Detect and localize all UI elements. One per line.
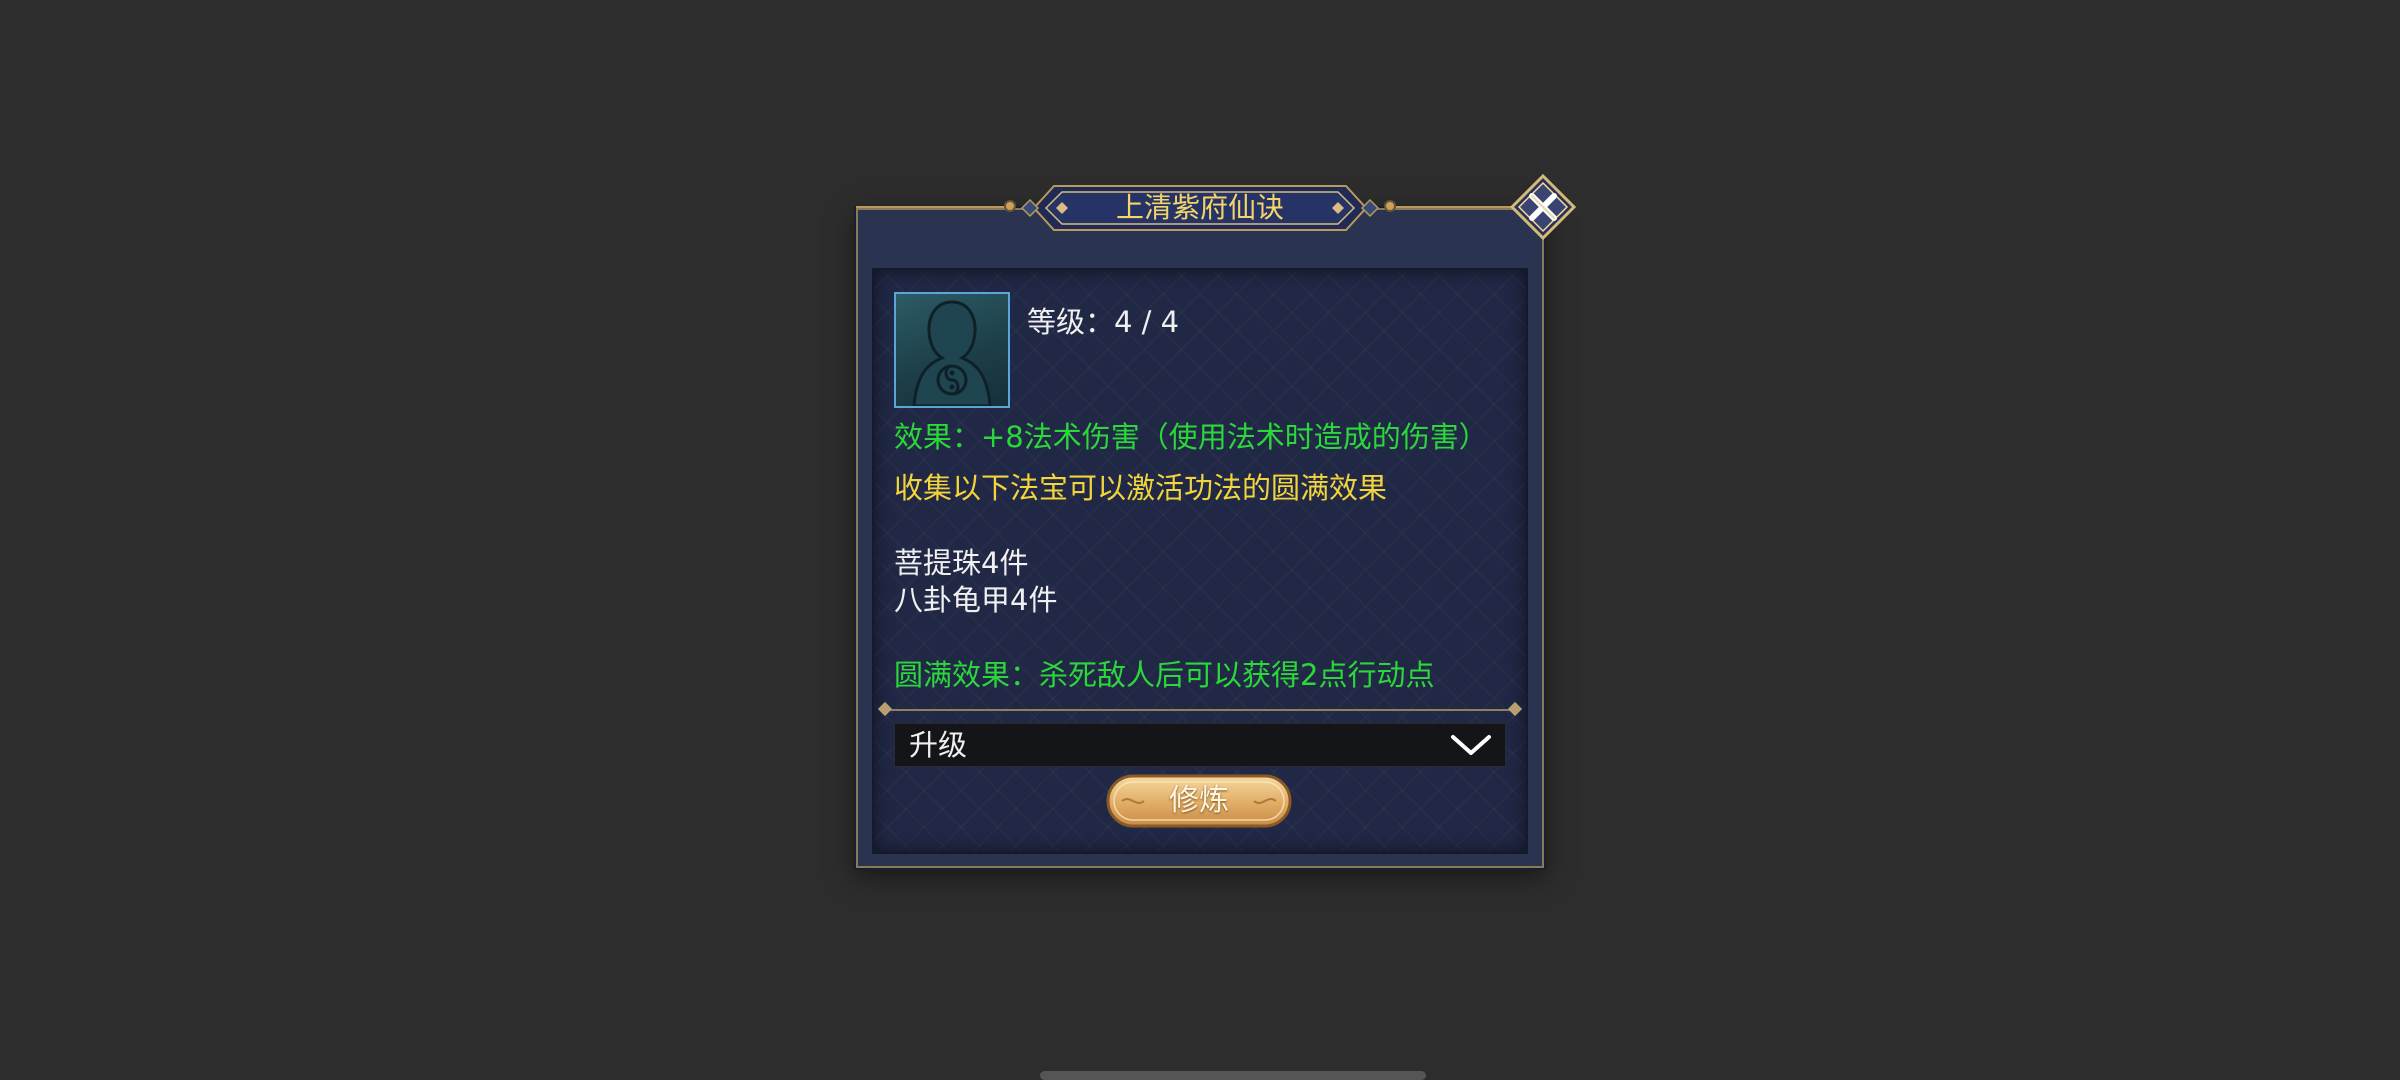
title-ornament-knob-right: [1384, 200, 1396, 212]
hooded-figure-taiji-icon: [912, 300, 992, 406]
train-button-label: 修炼: [1169, 783, 1229, 818]
close-button[interactable]: [1509, 173, 1577, 241]
train-button[interactable]: 修炼: [1106, 774, 1292, 828]
required-item: 八卦龟甲4件: [894, 583, 1058, 617]
chevron-down-icon: [1451, 735, 1491, 755]
skill-level: 等级：4 / 4: [1027, 305, 1180, 339]
dialog-title: 上清紫府仙诀: [1115, 191, 1284, 224]
collect-hint: 收集以下法宝可以激活功法的圆满效果: [894, 471, 1388, 505]
perfect-effect: 圆满效果：杀死敌人后可以获得2点行动点: [894, 658, 1435, 692]
title-ornament-line-left: [856, 206, 1006, 208]
title-banner: 上清紫府仙诀: [1020, 180, 1380, 236]
home-indicator: [1040, 1071, 1426, 1080]
skill-avatar: [894, 292, 1010, 408]
action-select[interactable]: 升级: [894, 723, 1506, 767]
section-divider: [886, 709, 1514, 711]
close-x-icon: [1509, 173, 1577, 241]
title-ornament-knob-left: [1004, 200, 1016, 212]
action-select-value: 升级: [909, 728, 968, 762]
skill-effect: 效果：+8法术伤害（使用法术时造成的伤害）: [894, 420, 1488, 454]
required-item: 菩提珠4件: [894, 546, 1029, 580]
